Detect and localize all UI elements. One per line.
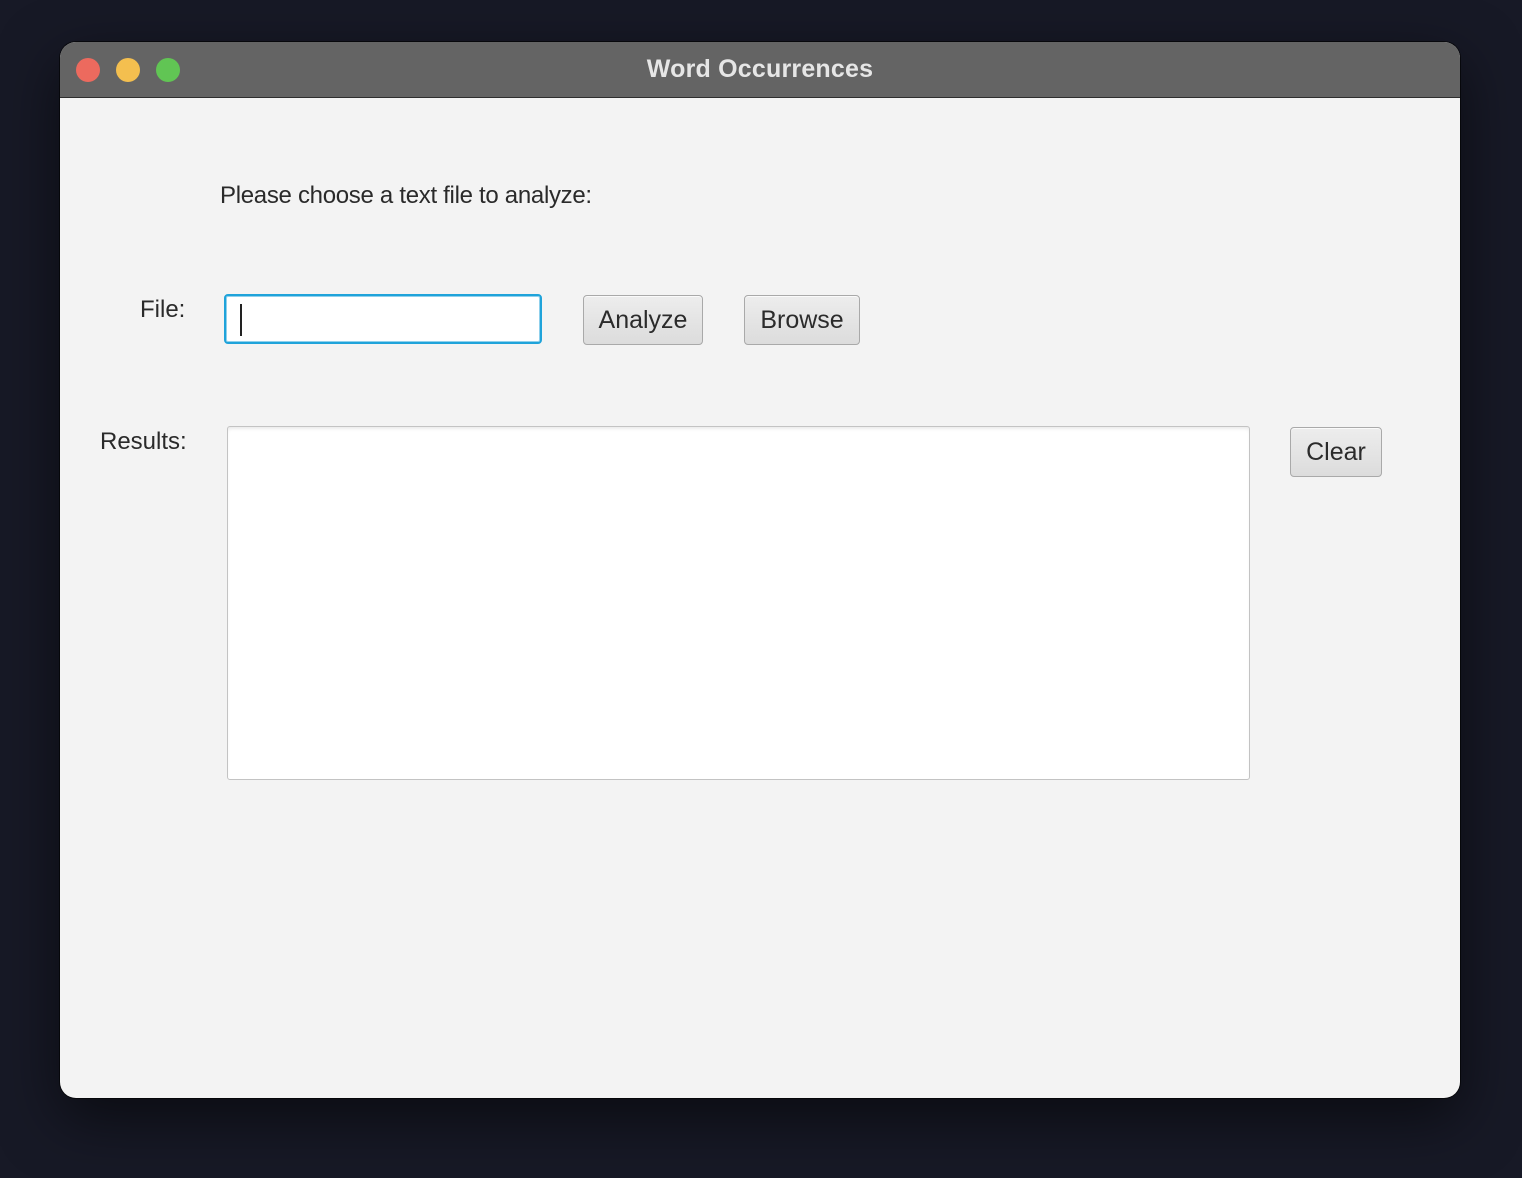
file-path-input[interactable] bbox=[224, 294, 542, 344]
main-content: Please choose a text file to analyze: Fi… bbox=[60, 98, 1460, 1098]
results-label: Results: bbox=[100, 428, 187, 455]
analyze-button[interactable]: Analyze bbox=[583, 295, 703, 345]
file-label: File: bbox=[140, 296, 186, 323]
window-title: Word Occurrences bbox=[646, 55, 874, 83]
results-text-area[interactable] bbox=[227, 426, 1250, 780]
text-cursor bbox=[240, 304, 242, 336]
clear-button[interactable]: Clear bbox=[1290, 427, 1382, 477]
instruction-label: Please choose a text file to analyze: bbox=[220, 182, 592, 209]
app-window: Word Occurrences Please choose a text fi… bbox=[60, 42, 1460, 1098]
title-bar[interactable]: Word Occurrences bbox=[60, 42, 1460, 98]
browse-button[interactable]: Browse bbox=[744, 295, 860, 345]
